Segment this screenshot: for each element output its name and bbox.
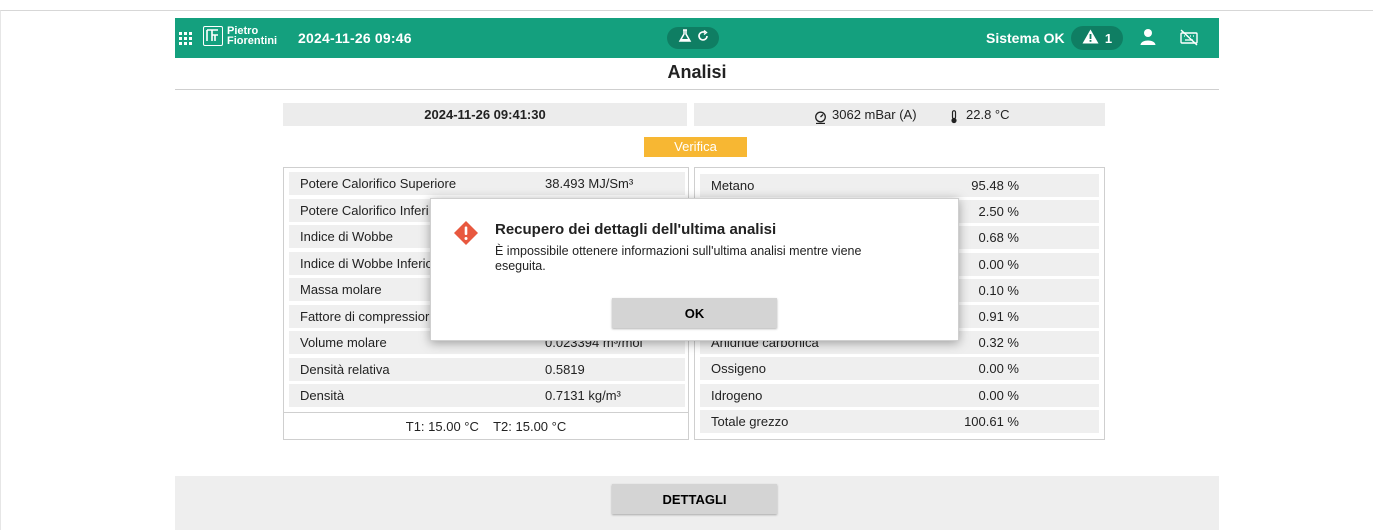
top-bar: Pietro Fiorentini 2024-11-26 09:46 Siste… <box>175 18 1219 58</box>
title-divider <box>175 89 1219 90</box>
refresh-icon <box>697 29 709 47</box>
row-value: 0.32 % <box>978 335 1019 351</box>
ok-button[interactable]: OK <box>612 298 777 328</box>
row-value: 0.10 % <box>978 282 1019 298</box>
row-value: 100.61 % <box>964 413 1019 429</box>
row-label: Ossigeno <box>711 361 766 377</box>
apps-grid-icon[interactable] <box>175 28 195 48</box>
row-label: Indice di Wobbe <box>300 229 393 244</box>
verify-badge: Verifica <box>644 137 747 157</box>
thermometer-icon <box>950 108 958 131</box>
brand-line2: Fiorentini <box>227 35 278 47</box>
row-label: Totale grezzo <box>711 413 789 429</box>
system-status: Sistema OK <box>986 30 1065 46</box>
table-row: Densità relativa 0.5819 <box>289 357 685 381</box>
alarms-button[interactable]: 1 <box>1071 26 1123 50</box>
row-label: Indice di Wobbe Inferio <box>300 255 433 271</box>
analysis-status-pill[interactable] <box>667 27 719 49</box>
row-value: 95.48 % <box>971 178 1019 193</box>
footer-bar: DETTAGLI <box>175 476 1219 530</box>
row-label: Potere Calorifico Inferi <box>300 202 429 218</box>
row-value: 0.5819 <box>545 361 585 377</box>
row-value: 38.493 MJ/Sm³ <box>545 176 634 191</box>
page-title: Analisi <box>667 62 727 82</box>
dialog-title: Recupero dei dettagli dell'ultima analis… <box>495 221 777 238</box>
brand-logo: Pietro Fiorentini <box>203 26 278 47</box>
table-row: Ossigeno 0.00 % <box>700 357 1099 381</box>
row-label: Metano <box>711 178 755 193</box>
dialog-message: È impossibile ottenere informazioni sull… <box>495 244 862 273</box>
error-dialog: Recupero dei dettagli dell'ultima analis… <box>430 198 959 341</box>
row-label: Densità <box>300 388 345 403</box>
details-button[interactable]: DETTAGLI <box>612 484 777 514</box>
table-row: Densità 0.7131 kg/m³ <box>289 384 685 407</box>
table-row: Metano 95.48 % <box>700 174 1099 197</box>
row-label: Volume molare <box>300 335 387 350</box>
row-value: 0.00 % <box>978 361 1019 377</box>
table-row: Totale grezzo 100.61 % <box>700 409 1099 433</box>
row-value: 0.91 % <box>978 309 1019 324</box>
row-label: Idrogeno <box>711 387 763 403</box>
flask-icon <box>678 28 692 48</box>
current-datetime: 2024-11-26 09:46 <box>298 30 412 46</box>
row-value: 0.68 % <box>978 230 1019 246</box>
error-warning-icon <box>453 220 479 251</box>
row-value: 0.00 % <box>978 387 1019 403</box>
conditions-bar: 3062 mBar (A) 22.8 °C <box>694 103 1105 126</box>
reference-temperatures: T1: 15.00 °C T2: 15.00 °C <box>284 412 688 440</box>
warning-icon <box>1082 29 1099 47</box>
keyboard-off-icon[interactable] <box>1179 29 1199 51</box>
row-label: Massa molare <box>300 282 382 297</box>
row-label: Potere Calorifico Superiore <box>300 176 457 191</box>
analysis-datetime: 2024-11-26 09:41:30 <box>283 103 687 126</box>
row-value: 0.7131 kg/m³ <box>545 388 621 403</box>
brand-name: Pietro Fiorentini <box>227 26 278 47</box>
pressure-gauge-icon <box>814 108 827 131</box>
row-label: Densità relativa <box>300 361 390 377</box>
alarm-count: 1 <box>1104 30 1113 46</box>
temperature-value: 22.8 °C <box>966 107 1010 122</box>
table-row: Idrogeno 0.00 % <box>700 383 1099 407</box>
row-value: 2.50 % <box>978 204 1019 220</box>
pressure-value: 3062 mBar (A) <box>832 107 917 122</box>
row-value: 0.00 % <box>978 256 1019 272</box>
table-row: Potere Calorifico Superiore 38.493 MJ/Sm³ <box>289 172 685 195</box>
row-label: Fattore di compressior <box>300 308 430 324</box>
brand-logo-mark <box>203 26 223 46</box>
user-icon[interactable] <box>1140 28 1156 51</box>
